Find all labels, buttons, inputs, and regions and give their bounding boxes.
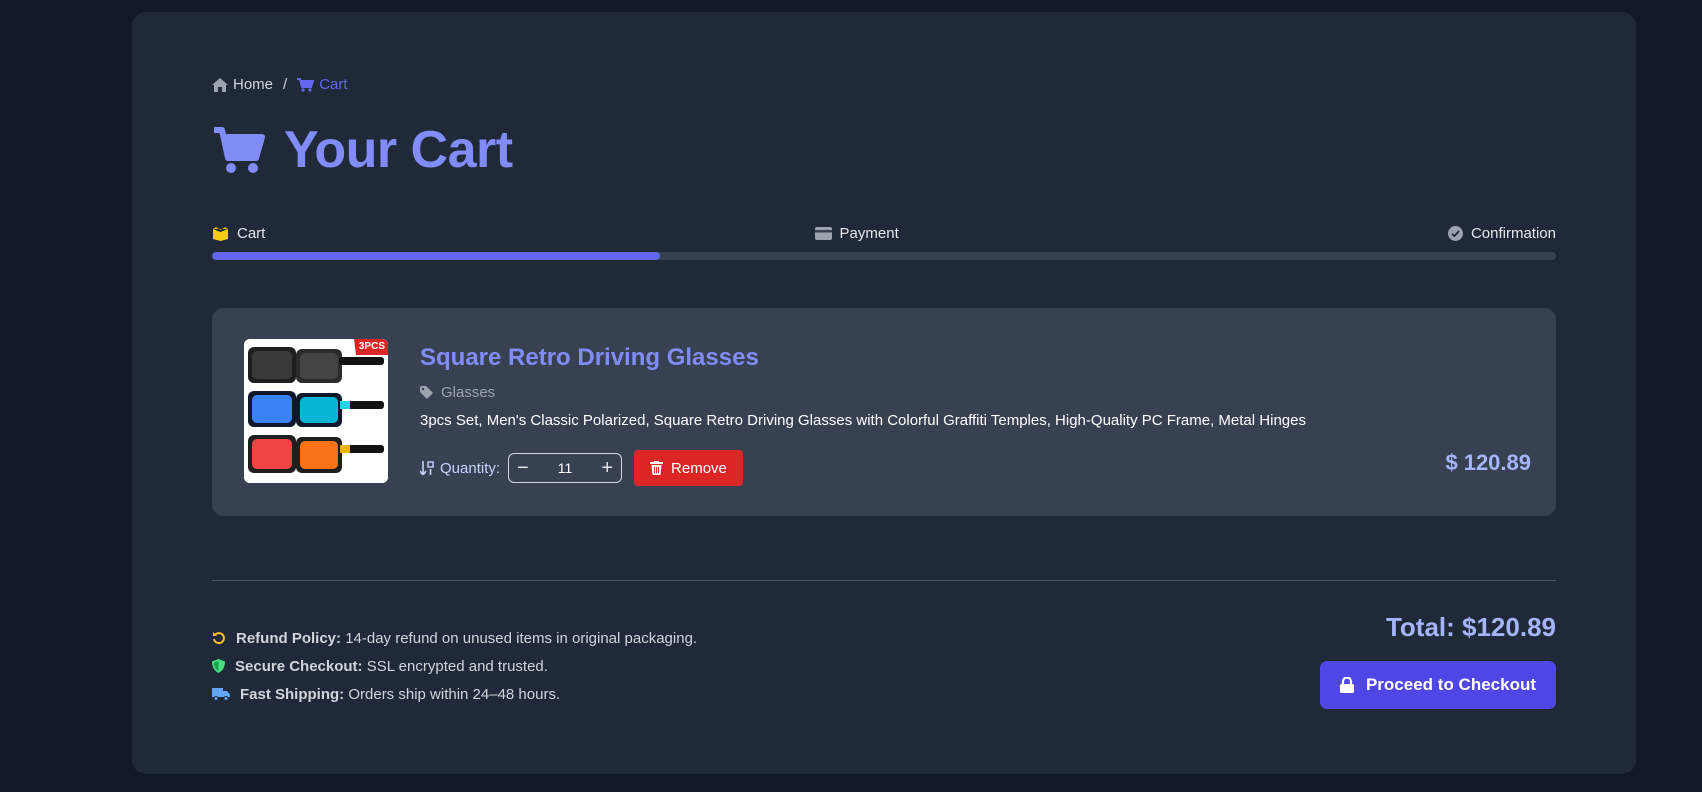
page-title: Your Cart: [212, 120, 513, 180]
shield-icon: [212, 659, 225, 673]
breadcrumb-current-label: Cart: [319, 76, 348, 93]
quantity-stepper: − 11 +: [508, 453, 623, 483]
increase-quantity-button[interactable]: +: [601, 458, 613, 478]
breadcrumb-current: Cart: [297, 76, 348, 93]
remove-button-label: Remove: [671, 459, 727, 477]
step-confirmation-label: Confirmation: [1470, 225, 1556, 242]
home-icon: [212, 77, 228, 92]
step-cart: Cart: [212, 225, 265, 242]
page-title-text: Your Cart: [284, 121, 513, 179]
checkout-button-label: Proceed to Checkout: [1365, 675, 1537, 694]
product-thumbnail[interactable]: 3PCS: [244, 339, 388, 483]
cart-icon: [297, 77, 315, 92]
remove-button[interactable]: Remove: [634, 450, 743, 486]
breadcrumb-home-label: Home: [233, 76, 274, 93]
checkout-progress-bar: [212, 252, 1556, 260]
product-title[interactable]: Square Retro Driving Glasses: [420, 344, 759, 372]
policy-refund: Refund Policy: 14-day refund on unused i…: [212, 624, 697, 652]
product-price-value: 120.89: [1463, 450, 1531, 475]
sunglasses-image: [244, 339, 388, 483]
quantity-label-text: Quantity:: [440, 459, 501, 477]
decrease-quantity-button[interactable]: −: [517, 458, 529, 478]
truck-icon: [212, 688, 230, 701]
cart-icon: [214, 127, 265, 173]
box-open-icon: [213, 226, 228, 241]
breadcrumb: Home / Cart: [212, 76, 348, 93]
step-payment-label: Payment: [839, 225, 899, 242]
quantity-value[interactable]: 11: [558, 460, 573, 476]
step-payment: Payment: [814, 225, 899, 242]
policy-secure-title: Secure Checkout:: [235, 657, 363, 675]
quantity-label: Quantity:: [420, 460, 500, 477]
product-category: Glasses: [420, 384, 495, 401]
policy-shipping-text: Orders ship within 24–48 hours.: [348, 685, 561, 703]
policy-refund-title: Refund Policy:: [236, 629, 342, 647]
order-total: Total: $120.89: [1385, 612, 1556, 642]
product-price: $ 120.89: [1445, 450, 1531, 476]
product-thumbnail-badge: 3PCS: [358, 341, 385, 352]
policy-shipping-title: Fast Shipping:: [240, 685, 345, 703]
policy-secure-text: SSL encrypted and trusted.: [366, 657, 548, 675]
tag-icon: [420, 386, 433, 399]
breadcrumb-separator: /: [283, 76, 288, 93]
breadcrumb-home[interactable]: Home: [212, 76, 273, 93]
check-circle-icon: [1447, 226, 1463, 241]
checkout-progress-fill: [212, 252, 660, 260]
undo-icon: [213, 632, 225, 645]
credit-card-icon: [814, 227, 832, 240]
step-cart-label: Cart: [237, 225, 266, 242]
currency-symbol: $: [1445, 450, 1458, 475]
store-policies: Refund Policy: 14-day refund on unused i…: [212, 624, 697, 708]
cart-item-card: 3PCS Square Retro Driving Glasses Glasse…: [212, 308, 1556, 516]
step-confirmation: Confirmation: [1447, 225, 1556, 242]
policy-secure: Secure Checkout: SSL encrypted and trust…: [212, 652, 697, 680]
proceed-to-checkout-button[interactable]: Proceed to Checkout: [1320, 661, 1556, 709]
cart-panel: Home / Cart Your Cart Cart Payment Confi…: [132, 12, 1636, 774]
product-description: 3pcs Set, Men's Classic Polarized, Squar…: [420, 412, 1306, 429]
checkout-steps: Cart Payment Confirmation: [212, 225, 1556, 242]
product-category-label: Glasses: [441, 384, 496, 401]
policy-shipping: Fast Shipping: Orders ship within 24–48 …: [212, 680, 697, 708]
policy-refund-text: 14-day refund on unused items in origina…: [345, 629, 698, 647]
sort-numeric-icon: [420, 461, 434, 475]
trash-icon: [650, 461, 664, 475]
summary-divider: [212, 580, 1556, 581]
quantity-row: Quantity: − 11 + Remove: [420, 450, 743, 486]
lock-icon: [1339, 677, 1354, 693]
